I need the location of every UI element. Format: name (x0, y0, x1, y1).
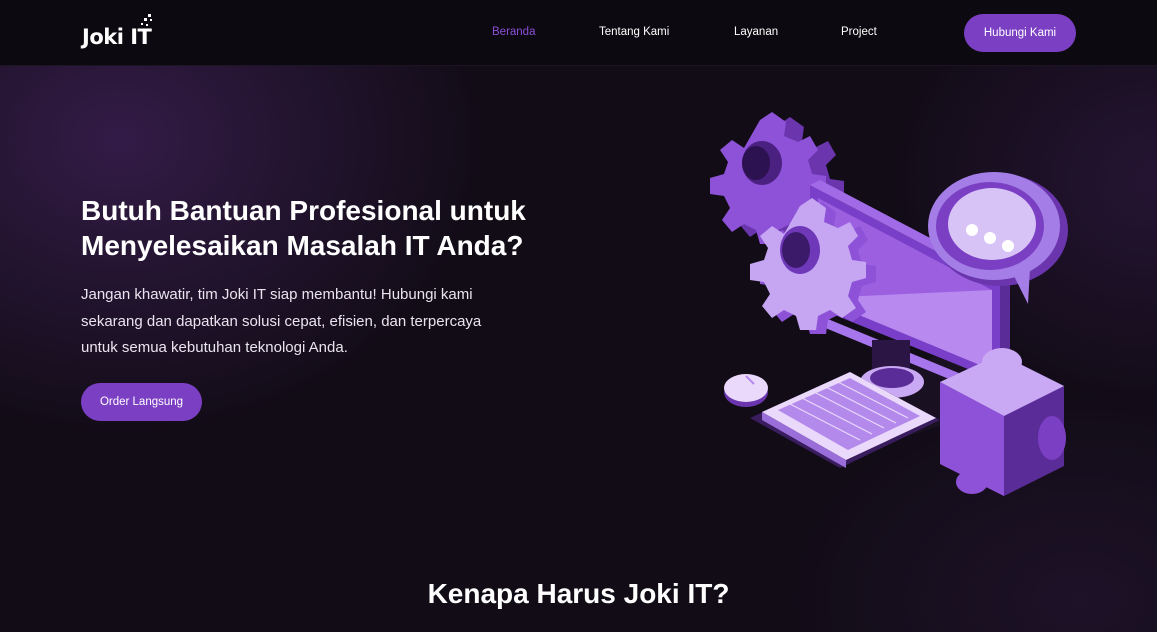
hero-description: Jangan khawatir, tim Joki IT siap memban… (81, 282, 541, 362)
mouse-icon (724, 374, 768, 407)
section-title: Kenapa Harus Joki IT? (427, 578, 730, 609)
hero-illustration (710, 112, 1068, 496)
order-button[interactable]: Order Langsung (81, 383, 202, 421)
contact-button[interactable]: Hubungi Kami (964, 14, 1076, 52)
nav-link-layanan[interactable]: Layanan (734, 26, 778, 38)
nav-link-project[interactable]: Project (841, 26, 877, 38)
logo[interactable]: Joki IT (82, 14, 154, 54)
hero-title-line-2: Menyelesaikan Masalah IT Anda? (81, 230, 524, 261)
logo-dots-icon (141, 14, 152, 26)
nav-link-tentang-kami[interactable]: Tentang Kami (599, 26, 669, 38)
hero-title-line-1: Butuh Bantuan Profesional untuk (81, 195, 526, 226)
nav-link-beranda[interactable]: Beranda (492, 26, 535, 38)
hero-desc-line-2: sekarang dan dapatkan solusi cepat, efis… (81, 312, 482, 330)
page: Joki IT Beranda Tentang Kami Layanan Pro… (0, 0, 1157, 632)
hero-desc-line-3: untuk semua kebutuhan teknologi Anda. (81, 339, 348, 356)
hero-title: Butuh Bantuan Profesional untuk Menyeles… (81, 193, 581, 263)
hero-desc-line-1: Jangan khawatir, tim Joki IT siap memban… (81, 286, 473, 303)
navbar: Joki IT Beranda Tentang Kami Layanan Pro… (0, 0, 1157, 66)
